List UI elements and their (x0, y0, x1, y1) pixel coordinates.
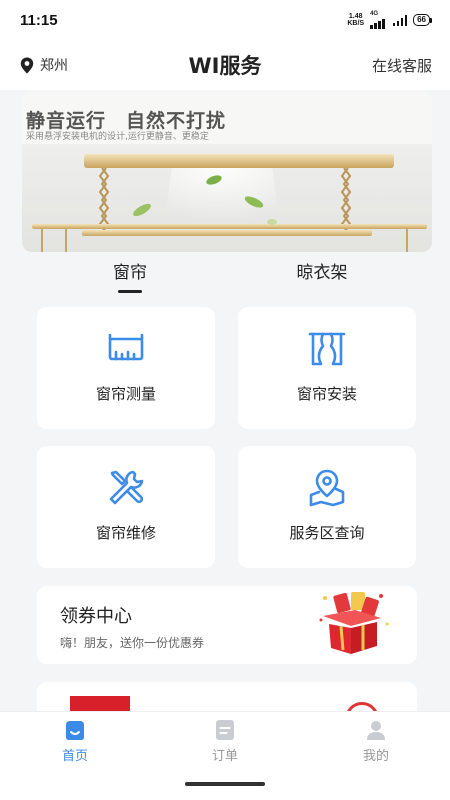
coupon-title: 领券中心 (60, 606, 132, 627)
network-speed-unit: KB/S (347, 20, 365, 27)
service-label: 窗帘维修 (95, 524, 156, 542)
tools-icon (109, 470, 144, 505)
online-service-link[interactable]: 在线客服 (372, 55, 432, 76)
location-selector[interactable]: 郑州 (20, 40, 68, 90)
location-text: 郑州 (40, 58, 68, 74)
network-speed-value: 1.48 (348, 13, 363, 20)
status-bar: 11:15 1.48 KB/S 4G 66 (0, 0, 450, 40)
nav-label: 我的 (362, 749, 389, 764)
location-pin-icon (20, 57, 34, 73)
nav-orders[interactable]: 订单 (185, 718, 265, 764)
ruler-icon (108, 333, 144, 361)
service-label: 服务区查询 (289, 524, 365, 542)
nav-home[interactable]: 首页 (35, 718, 115, 764)
service-curtain-install[interactable]: 窗帘安装 (238, 307, 416, 429)
tab-curtain[interactable]: 窗帘 (70, 258, 190, 294)
location-map-icon (309, 469, 345, 507)
tab-drying-rack[interactable]: 晾衣架 (262, 258, 382, 294)
profile-icon (367, 721, 385, 740)
service-label: 窗帘安装 (296, 385, 357, 403)
status-icons: 1.48 KB/S 4G 66 (347, 11, 432, 29)
curtain-icon (308, 332, 346, 366)
active-tab-indicator (118, 290, 142, 293)
promo-banner[interactable]: 静音运行 自然不打扰 采用悬浮安装电机的设计,运行更静音、更稳定 (22, 92, 432, 252)
home-indicator[interactable] (185, 782, 265, 786)
battery-icon: 66 (413, 14, 432, 26)
banner-subtitle: 采用悬浮安装电机的设计,运行更静音、更稳定 (26, 132, 209, 142)
app-header: 郑州 WI服务 在线客服 (0, 40, 450, 90)
bottom-navigation: 首页 订单 我的 (0, 711, 450, 800)
service-label: 窗帘测量 (95, 385, 156, 403)
gift-box-icon (319, 592, 389, 654)
banner-drying-rack-image (22, 144, 432, 252)
network-speed: 1.48 KB/S (347, 13, 364, 27)
signal-bars-icon (370, 17, 385, 29)
nav-label: 订单 (211, 749, 238, 764)
service-curtain-measure[interactable]: 窗帘测量 (37, 307, 215, 429)
nav-label: 首页 (61, 749, 88, 764)
service-area-query[interactable]: 服务区查询 (238, 446, 416, 568)
order-icon (216, 720, 234, 740)
status-time: 11:15 (20, 11, 58, 29)
battery-level: 66 (413, 14, 430, 26)
home-icon (66, 721, 84, 740)
signal-bars-icon (392, 14, 408, 26)
signal-4g: 4G (370, 11, 385, 29)
coupon-subtitle: 嗨！朋友，送你一份优惠券 (60, 636, 205, 650)
nav-profile[interactable]: 我的 (336, 718, 416, 764)
coupon-center-card[interactable]: 领券中心 嗨！朋友，送你一份优惠券 (37, 586, 417, 664)
service-curtain-repair[interactable]: 窗帘维修 (37, 446, 215, 568)
